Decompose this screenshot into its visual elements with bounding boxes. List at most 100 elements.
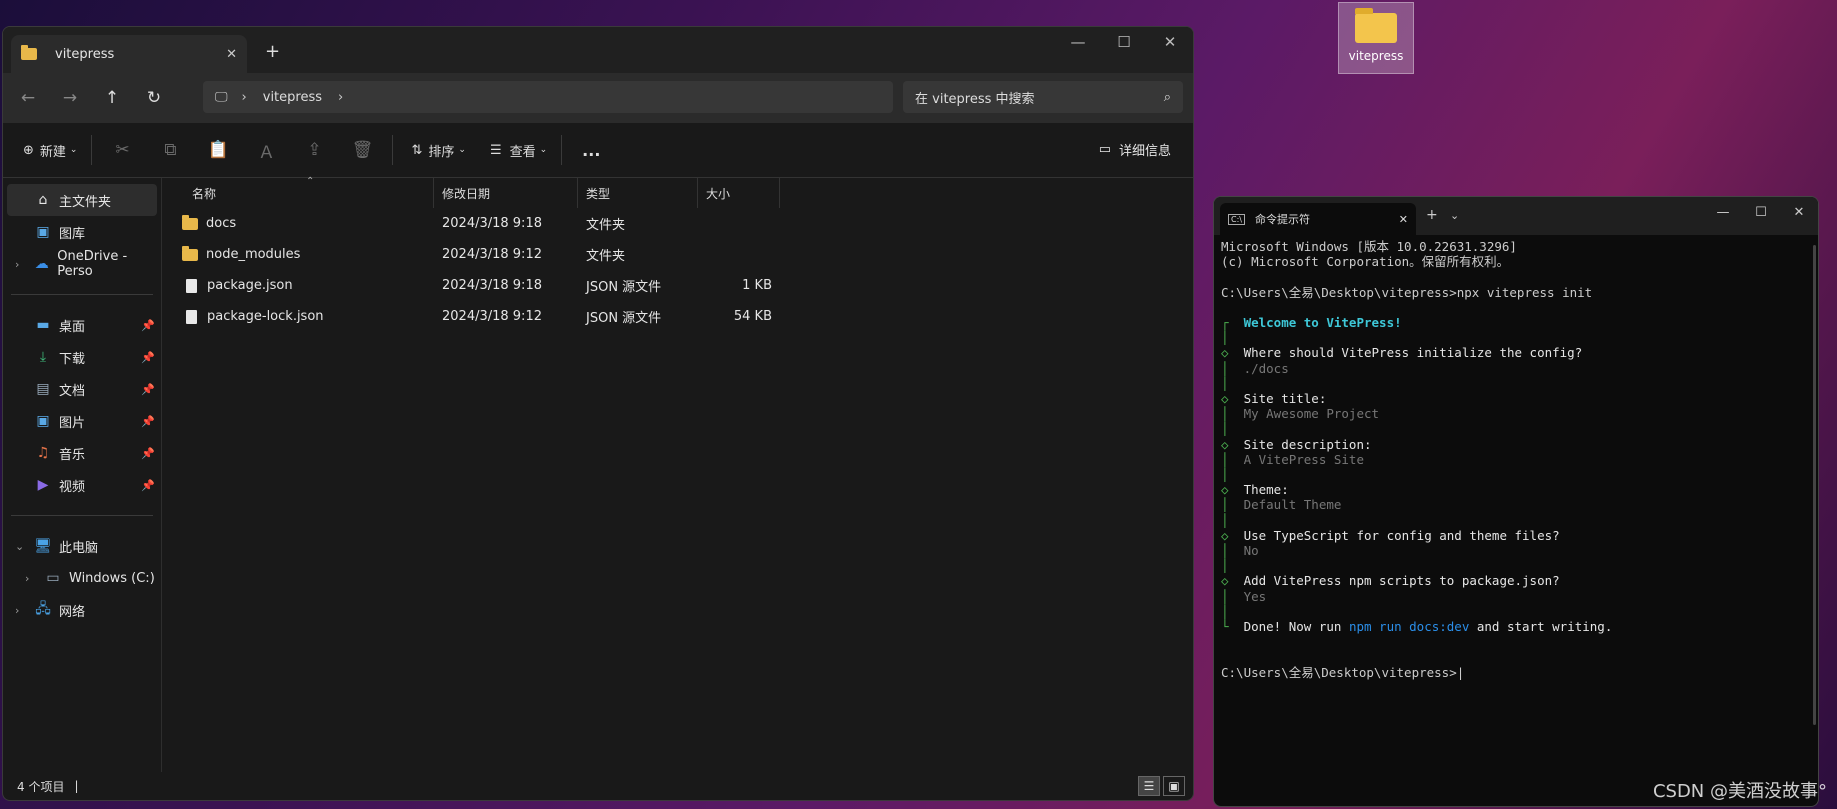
nav-item-documents[interactable]: ▤ 文档 📌 [3,373,161,405]
nav-item-network[interactable]: › 🖧 网络 [3,594,161,626]
breadcrumb-vitepress[interactable]: vitepress [263,90,322,105]
column-date[interactable]: 修改日期 [434,178,578,208]
network-icon: 🖧 [35,601,51,617]
new-tab-button[interactable]: + [1426,207,1438,223]
close-tab-icon[interactable]: ✕ [226,47,237,62]
term-final-prompt: C:\Users\全易\Desktop\vitepress> [1221,664,1457,680]
nav-item-pictures[interactable]: ▣ 图片 📌 [3,405,161,437]
paste-icon[interactable]: 📋 [194,140,242,160]
chevron-right-icon[interactable]: › [15,604,29,617]
more-options-button[interactable]: ... [582,141,600,160]
minimize-button[interactable]: — [1704,205,1742,220]
navigation-pane: ⌂ 主文件夹 ▣ 图库 › ☁ OneDrive - Perso ▬ 桌面 📌 ⤓… [3,178,162,772]
chevron-down-icon[interactable]: ⌄ [1450,209,1459,222]
terminal-scrollbar[interactable] [1813,245,1816,725]
close-tab-icon[interactable]: ✕ [1399,213,1408,226]
copy-icon[interactable]: ⧉ [146,140,194,160]
table-row[interactable]: node_modules 2024/3/18 9:12 文件夹 [162,239,1193,270]
cursor: | [1456,664,1465,680]
chevron-right-icon[interactable]: › [242,90,247,105]
table-row[interactable]: package-lock.json 2024/3/18 9:12 JSON 源文… [162,301,1193,332]
search-box[interactable]: 在 vitepress 中搜索 ⌕ [903,81,1183,113]
nav-item-this-pc[interactable]: ⌄ 🖥 此电脑 [3,530,161,562]
terminal-tabbar: C:\ 命令提示符 ✕ + ⌄ — ☐ ✕ [1214,197,1818,235]
terminal-tab[interactable]: C:\ 命令提示符 ✕ [1220,203,1416,235]
chevron-down-icon[interactable]: ⌄ [15,540,29,553]
share-icon[interactable]: ⇪ [290,140,338,160]
terminal-tab-title: 命令提示符 [1254,213,1310,226]
pin-icon: 📌 [141,414,155,428]
details-view-icon[interactable]: ☰ [1138,776,1160,796]
term-answer: My Awesome Project [1243,406,1380,422]
term-answer: Default Theme [1243,497,1342,513]
cmd-icon: C:\ [1228,213,1245,225]
nav-item-onedrive[interactable]: › ☁ OneDrive - Perso [3,248,161,280]
pin-icon: 📌 [141,350,155,364]
chevron-right-icon[interactable]: › [25,572,39,585]
column-name[interactable]: 名称 [162,178,434,208]
delete-icon[interactable]: 🗑 [338,140,386,160]
explorer-body: ⌂ 主文件夹 ▣ 图库 › ☁ OneDrive - Perso ▬ 桌面 📌 ⤓… [3,176,1193,772]
chevron-right-icon[interactable]: › [338,90,343,105]
nav-item-desktop[interactable]: ▬ 桌面 📌 [3,309,161,341]
nav-label: 主文件夹 [59,194,112,210]
file-type: JSON 源文件 [586,311,662,326]
terminal-output[interactable]: Microsoft Windows [版本 10.0.22631.3296] (… [1214,235,1818,680]
term-answer: No [1243,543,1259,559]
minimize-button[interactable]: — [1055,33,1101,51]
desktop-folder-vitepress[interactable]: vitepress [1338,2,1414,74]
maximize-button[interactable]: ☐ [1101,33,1147,51]
nav-item-gallery[interactable]: ▣ 图库 [3,216,161,248]
sort-icon: ⇅ [411,142,423,158]
gallery-icon: ▣ [36,224,50,240]
chevron-right-icon[interactable]: › [15,258,28,271]
refresh-button[interactable]: ↻ [137,88,171,108]
new-tab-button[interactable]: + [265,41,280,62]
term-answer: ./docs [1243,360,1289,376]
folder-icon [1355,8,1397,43]
tab-title: vitepress [55,46,115,62]
file-type: 文件夹 [586,249,626,264]
term-question: Add VitePress npm scripts to package.jso… [1243,573,1560,589]
more-label: ... [582,140,601,160]
close-button[interactable]: ✕ [1147,33,1193,51]
nav-item-home[interactable]: ⌂ 主文件夹 [7,184,157,216]
table-row[interactable]: package.json 2024/3/18 9:18 JSON 源文件 1 K… [162,270,1193,301]
nav-item-windows-c[interactable]: › ▭ Windows (C:) [3,562,161,594]
file-name: package.json [207,278,293,293]
explorer-tab[interactable]: vitepress ✕ [11,35,247,73]
nav-item-videos[interactable]: ▶ 视频 📌 [3,469,161,501]
details-button[interactable]: ▭ 详细信息 [1099,140,1171,159]
forward-button[interactable]: → [53,88,87,108]
file-date: 2024/3/18 9:18 [442,278,542,293]
term-answer: Yes [1243,588,1267,604]
file-list: 名称 修改日期 类型 大小 ⌃ docs 2024/3/18 9:18 文件夹 … [162,176,1193,772]
view-list-icon: ☰ [489,142,502,158]
explorer-tabbar: vitepress ✕ + — ☐ ✕ [3,27,1193,73]
chevron-down-icon: ⌄ [458,145,466,155]
column-type[interactable]: 类型 [578,178,698,208]
table-row[interactable]: docs 2024/3/18 9:18 文件夹 [162,208,1193,239]
computer-icon: 🖵 [215,89,228,105]
maximize-button[interactable]: ☐ [1742,205,1780,220]
up-button[interactable]: ↑ [95,88,129,108]
new-button[interactable]: ⊕ 新建 ⌄ [23,141,77,160]
file-size: 1 KB [742,278,772,293]
nav-item-downloads[interactable]: ⤓ 下载 📌 [3,341,161,373]
column-size[interactable]: 大小 [698,178,780,208]
drive-icon: ▭ [46,570,60,586]
close-button[interactable]: ✕ [1780,205,1818,220]
nav-item-music[interactable]: ♫ 音乐 📌 [3,437,161,469]
cut-icon[interactable]: ✂ [98,140,146,160]
file-icon [186,309,197,324]
address-bar[interactable]: 🖵 › vitepress › [203,81,893,113]
tiles-view-icon[interactable]: ▣ [1163,776,1185,796]
nav-label: 图库 [59,226,86,242]
divider [11,515,153,516]
rename-icon[interactable]: Ａ [242,138,290,163]
window-controls: — ☐ ✕ [1704,205,1818,220]
divider [91,135,93,165]
back-button[interactable]: ← [11,88,45,108]
view-button[interactable]: ☰ 查看 ⌄ [490,141,547,160]
sort-button[interactable]: ⇅ 排序 ⌄ [411,141,465,160]
